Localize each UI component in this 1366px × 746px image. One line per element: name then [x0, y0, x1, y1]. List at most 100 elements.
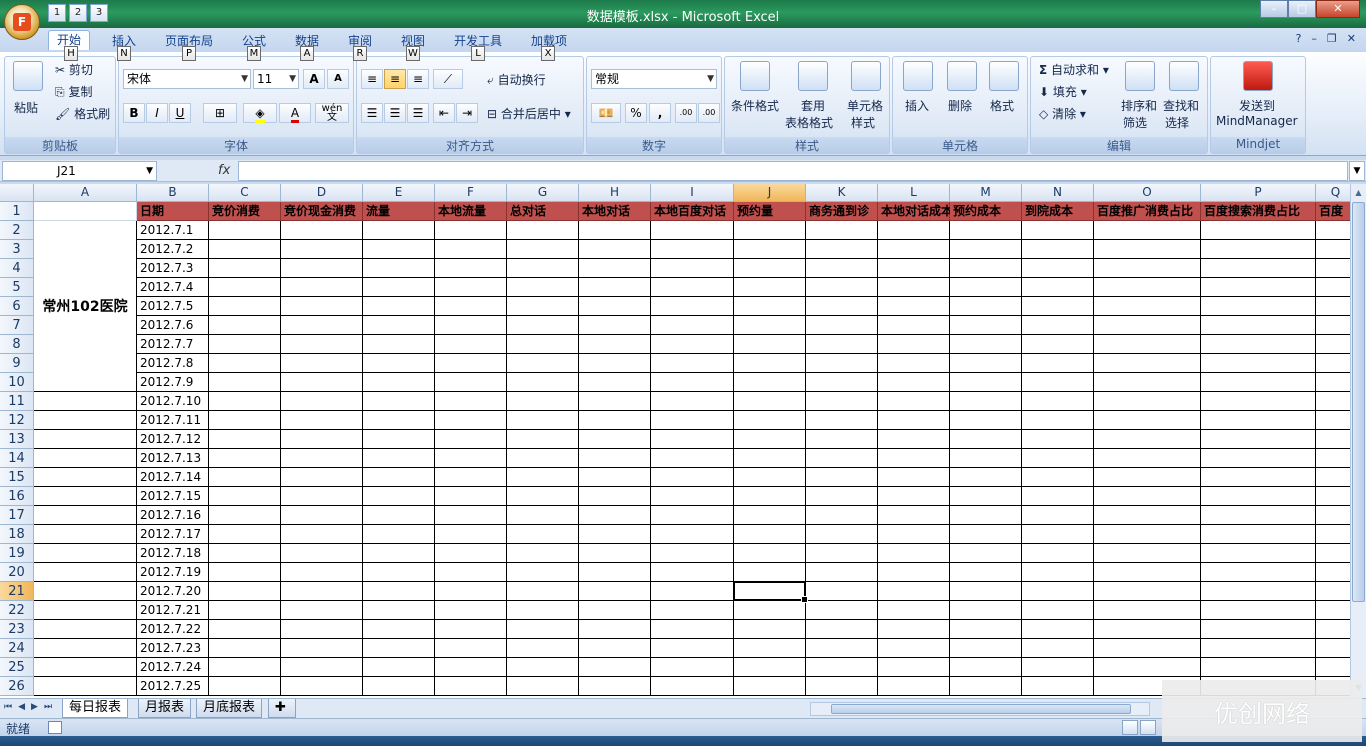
table-cell[interactable]: [1094, 468, 1201, 487]
table-cell[interactable]: [1094, 430, 1201, 449]
table-cell[interactable]: [950, 297, 1022, 316]
macro-record-icon[interactable]: [48, 721, 62, 734]
table-cell[interactable]: [651, 525, 734, 544]
table-cell[interactable]: [363, 449, 435, 468]
cell-styles-button-line1[interactable]: 单元格: [847, 97, 883, 114]
table-cell[interactable]: [1094, 449, 1201, 468]
table-cell[interactable]: [1022, 278, 1094, 297]
table-cell[interactable]: [34, 449, 137, 468]
table-cell[interactable]: [34, 658, 137, 677]
table-cell[interactable]: [1201, 392, 1316, 411]
row-header-22[interactable]: 22: [0, 601, 34, 620]
table-cell[interactable]: [1201, 468, 1316, 487]
table-cell[interactable]: [209, 582, 281, 601]
table-cell[interactable]: [651, 601, 734, 620]
table-cell[interactable]: [1316, 373, 1350, 392]
table-cell[interactable]: [1022, 563, 1094, 582]
table-cell[interactable]: [435, 392, 507, 411]
table-cell[interactable]: [1201, 487, 1316, 506]
fill-color-button[interactable]: ◈: [243, 103, 277, 123]
table-cell[interactable]: [435, 373, 507, 392]
table-cell[interactable]: [209, 430, 281, 449]
table-cell[interactable]: [878, 449, 950, 468]
select-all-corner[interactable]: [0, 184, 34, 202]
table-cell[interactable]: [878, 677, 950, 696]
table-cell[interactable]: [363, 278, 435, 297]
table-cell[interactable]: [950, 658, 1022, 677]
table-cell[interactable]: [1094, 221, 1201, 240]
table-cell[interactable]: [806, 449, 878, 468]
table-cell[interactable]: [281, 240, 363, 259]
column-header-i[interactable]: I: [651, 184, 734, 202]
table-cell[interactable]: [734, 335, 806, 354]
delete-cells-button[interactable]: 删除: [948, 97, 972, 114]
vertical-scrollbar[interactable]: ▲ ▼: [1350, 184, 1366, 698]
table-cell[interactable]: [651, 468, 734, 487]
table-cell[interactable]: [1201, 297, 1316, 316]
table-format-button-line1[interactable]: 套用: [801, 97, 825, 114]
row-header-13[interactable]: 13: [0, 430, 34, 449]
table-cell[interactable]: [1316, 392, 1350, 411]
table-cell[interactable]: [507, 525, 579, 544]
paste-icon[interactable]: [13, 61, 43, 91]
column-header-j[interactable]: J: [734, 184, 806, 202]
table-cell[interactable]: [507, 658, 579, 677]
table-cell[interactable]: [1094, 297, 1201, 316]
table-cell[interactable]: [806, 354, 878, 373]
table-format-button-line2[interactable]: 表格格式: [785, 114, 833, 131]
doc-close-icon[interactable]: ✕: [1347, 32, 1356, 45]
table-cell[interactable]: [1201, 544, 1316, 563]
table-cell[interactable]: [734, 297, 806, 316]
row-header-17[interactable]: 17: [0, 506, 34, 525]
table-cell[interactable]: [579, 392, 651, 411]
table-cell[interactable]: [209, 506, 281, 525]
table-cell[interactable]: [734, 316, 806, 335]
table-cell[interactable]: [806, 335, 878, 354]
table-cell[interactable]: [1022, 411, 1094, 430]
column-header-b[interactable]: B: [137, 184, 209, 202]
table-cell[interactable]: [209, 240, 281, 259]
table-cell[interactable]: [1094, 525, 1201, 544]
table-cell[interactable]: [34, 601, 137, 620]
table-cell[interactable]: [363, 468, 435, 487]
table-cell[interactable]: [651, 544, 734, 563]
font-color-button[interactable]: A: [279, 103, 311, 123]
table-cell[interactable]: [209, 259, 281, 278]
table-cell[interactable]: [363, 316, 435, 335]
table-cell[interactable]: [806, 620, 878, 639]
table-cell[interactable]: [1022, 506, 1094, 525]
table-cell[interactable]: [806, 430, 878, 449]
table-cell[interactable]: [1201, 373, 1316, 392]
table-cell[interactable]: [734, 468, 806, 487]
date-cell[interactable]: 2012.7.14: [137, 468, 209, 487]
table-cell[interactable]: [950, 544, 1022, 563]
table-cell[interactable]: [734, 354, 806, 373]
table-cell[interactable]: [363, 620, 435, 639]
column-header-q[interactable]: Q: [1316, 184, 1350, 202]
table-cell[interactable]: [878, 430, 950, 449]
table-cell[interactable]: [1022, 525, 1094, 544]
paste-button[interactable]: 粘贴: [14, 99, 38, 116]
table-cell[interactable]: [34, 525, 137, 544]
table-cell[interactable]: [1316, 658, 1350, 677]
row-header-26[interactable]: 26: [0, 677, 34, 696]
table-cell[interactable]: [806, 316, 878, 335]
page-layout-view-icon[interactable]: [1140, 720, 1156, 735]
table-cell[interactable]: [1022, 601, 1094, 620]
table-cell[interactable]: [507, 373, 579, 392]
table-cell[interactable]: [579, 316, 651, 335]
increase-decimal-button[interactable]: .00: [675, 103, 697, 123]
table-cell[interactable]: [507, 487, 579, 506]
table-cell[interactable]: [1022, 221, 1094, 240]
font-size-combo[interactable]: 11 ▼: [253, 69, 299, 89]
expand-formula-bar-icon[interactable]: ▼: [1349, 161, 1365, 181]
table-cell[interactable]: [435, 544, 507, 563]
header-cell[interactable]: 预约量: [734, 202, 806, 221]
table-cell[interactable]: [1201, 411, 1316, 430]
close-button[interactable]: ✕: [1316, 0, 1360, 18]
increase-indent-button[interactable]: ⇥: [456, 103, 478, 123]
date-cell[interactable]: 2012.7.4: [137, 278, 209, 297]
align-bottom-button[interactable]: ≡: [407, 69, 429, 89]
last-sheet-icon[interactable]: ⏭: [44, 702, 52, 712]
send-to-mindmanager-line2[interactable]: MindManager: [1216, 114, 1298, 128]
